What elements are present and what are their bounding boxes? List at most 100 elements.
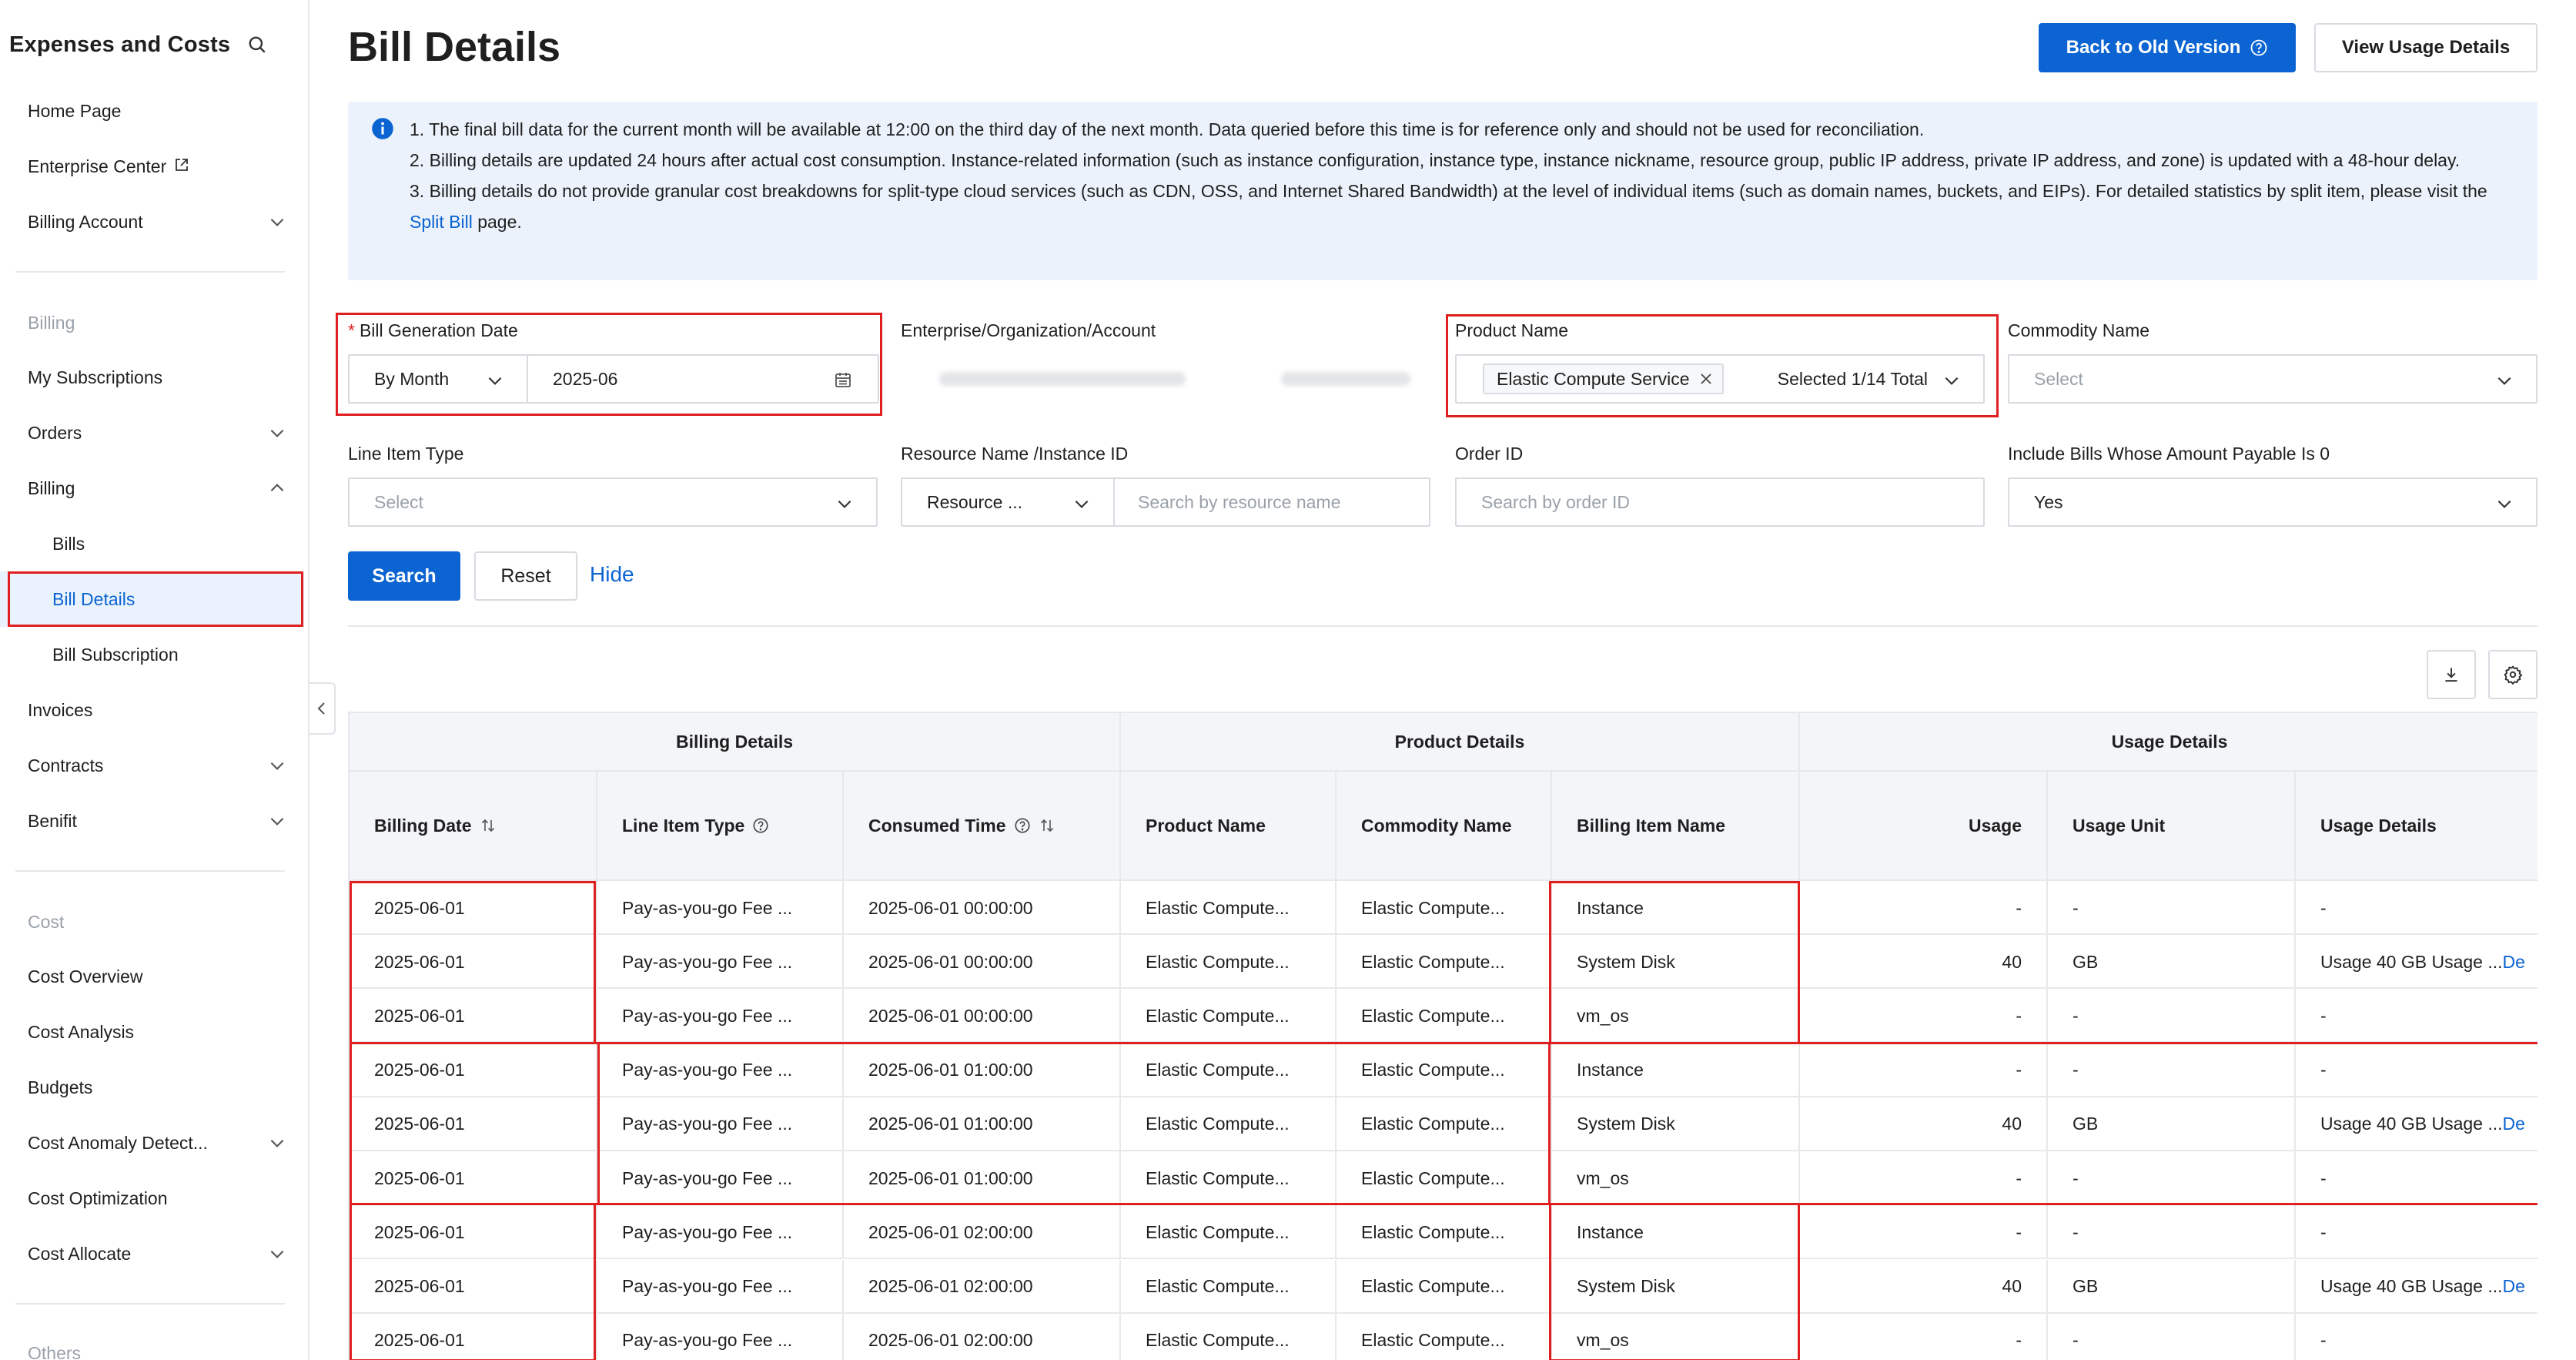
details-link[interactable]: De: [2503, 1276, 2525, 1297]
search-icon[interactable]: [243, 31, 271, 59]
sidebar-item-contracts[interactable]: Contracts: [0, 738, 304, 793]
sidebar-item-billing[interactable]: Billing: [0, 461, 304, 516]
sidebar-collapse-button[interactable]: [309, 682, 336, 735]
chevron-down-icon: [270, 218, 284, 226]
cell-text: Pay-as-you-go Fee ...: [622, 1221, 793, 1242]
product-name-select[interactable]: Elastic Compute Service Selected 1/14 To…: [1455, 354, 1985, 404]
external-link-icon: [174, 156, 189, 177]
cell-text: Pay-as-you-go Fee ...: [622, 1005, 793, 1026]
sidebar: Expenses and Costs Home Page Enterprise …: [0, 0, 309, 1360]
sidebar-item-benifit[interactable]: Benifit: [0, 793, 304, 849]
resource-name-input[interactable]: Search by resource name: [1113, 477, 1430, 527]
details-link[interactable]: De: [2503, 1114, 2525, 1134]
chevron-down-icon: [1945, 377, 1959, 385]
product-name-label: Product Name: [1455, 320, 1569, 340]
table-settings-button[interactable]: [2488, 650, 2538, 699]
bill-details-table: Billing Details Product Details Usage De…: [348, 712, 2538, 1360]
search-button[interactable]: Search: [348, 551, 460, 601]
cell-consumed-time: 2025-06-01 01:00:00: [844, 1097, 1121, 1151]
column-title: Product Name: [1146, 815, 1266, 836]
sidebar-item-label: My Subscriptions: [28, 367, 163, 387]
resource-name-label: Resource Name /Instance ID: [901, 444, 1129, 464]
close-icon[interactable]: [1699, 372, 1713, 386]
cell-text: -: [2073, 897, 2079, 918]
column-title: Consumed Time: [868, 815, 1006, 836]
chevron-down-icon: [488, 377, 502, 385]
include-zero-bills-select[interactable]: Yes: [2008, 477, 2538, 527]
split-bill-link[interactable]: Split Bill: [410, 212, 473, 232]
bill-month-picker[interactable]: 2025-06: [527, 354, 879, 404]
sidebar-item-orders[interactable]: Orders: [0, 405, 304, 461]
cell-text: Elastic Compute...: [1361, 1114, 1505, 1134]
back-to-old-version-button[interactable]: Back to Old Version: [2039, 23, 2296, 72]
cell-text: Usage 40 GB Usage ...: [2320, 1276, 2503, 1297]
cell-line-item-type: Pay-as-you-go Fee ...: [597, 1205, 844, 1260]
sidebar-item-home-page[interactable]: Home Page: [0, 83, 304, 139]
sidebar-item-label: Cost Overview: [28, 966, 143, 987]
sort-icon[interactable]: [480, 817, 497, 834]
sidebar-item-cost-optimization[interactable]: Cost Optimization: [0, 1171, 304, 1226]
cell-text: 40: [2002, 1276, 2022, 1297]
cell-usage-details: Usage 40 GB Usage ... De: [2296, 935, 2538, 989]
col-header-consumed-time[interactable]: Consumed Time: [844, 772, 1121, 881]
sidebar-item-cost-analysis[interactable]: Cost Analysis: [0, 1004, 304, 1060]
table-row[interactable]: 2025-06-01 Pay-as-you-go Fee ... 2025-06-0…: [350, 1043, 2538, 1097]
cell-usage-unit: GB: [2048, 1259, 2296, 1314]
cell-billing-item-name: System Disk: [1552, 1097, 1800, 1151]
order-id-input[interactable]: Search by order ID: [1455, 477, 1985, 527]
sidebar-item-budgets[interactable]: Budgets: [0, 1060, 304, 1115]
table-row[interactable]: 2025-06-01 Pay-as-you-go Fee ... 2025-06-0…: [350, 935, 2538, 990]
cell-billing-item-name: vm_os: [1552, 989, 1800, 1043]
sidebar-item-cost-overview[interactable]: Cost Overview: [0, 949, 304, 1004]
download-button[interactable]: [2427, 650, 2476, 699]
cell-product-name: Elastic Compute...: [1121, 1151, 1337, 1206]
table-row[interactable]: 2025-06-01 Pay-as-you-go Fee ... 2025-06-0…: [350, 1205, 2538, 1260]
hide-filters-link[interactable]: Hide: [590, 562, 634, 587]
table-row[interactable]: 2025-06-01 Pay-as-you-go Fee ... 2025-06-0…: [350, 989, 2538, 1043]
sidebar-item-bills[interactable]: Bills: [0, 516, 304, 571]
cell-consumed-time: 2025-06-01 02:00:00: [844, 1313, 1121, 1360]
commodity-name-select[interactable]: Select: [2008, 354, 2538, 404]
sidebar-item-bill-subscription[interactable]: Bill Subscription: [0, 627, 304, 682]
table-row[interactable]: 2025-06-01 Pay-as-you-go Fee ... 2025-06-0…: [350, 1313, 2538, 1360]
sidebar-item-enterprise-center[interactable]: Enterprise Center: [0, 139, 304, 194]
cell-line-item-type: Pay-as-you-go Fee ...: [597, 989, 844, 1043]
cell-text: -: [2073, 1330, 2079, 1351]
sidebar-item-label: Orders: [28, 422, 82, 443]
sidebar-item-label: Enterprise Center: [28, 156, 167, 176]
col-header-billing-date[interactable]: Billing Date: [350, 772, 597, 881]
sidebar-item-cost-anomaly-detection[interactable]: Cost Anomaly Detect...: [0, 1115, 304, 1171]
view-usage-details-button[interactable]: View Usage Details: [2314, 23, 2538, 72]
sidebar-item-my-subscriptions[interactable]: My Subscriptions: [0, 350, 304, 405]
sidebar-divider: [15, 271, 285, 273]
table-row[interactable]: 2025-06-01 Pay-as-you-go Fee ... 2025-06-0…: [350, 1151, 2538, 1206]
reset-button[interactable]: Reset: [474, 551, 577, 601]
sidebar-item-label: Cost Anomaly Detect...: [28, 1132, 208, 1153]
sort-icon[interactable]: [1039, 817, 1055, 834]
table-row[interactable]: 2025-06-01 Pay-as-you-go Fee ... 2025-06-0…: [350, 881, 2538, 935]
sidebar-item-bill-details[interactable]: Bill Details: [0, 571, 304, 627]
sidebar-item-cost-allocate[interactable]: Cost Allocate: [0, 1226, 304, 1281]
details-link[interactable]: De: [2503, 952, 2525, 973]
cell-text: -: [2016, 1060, 2022, 1080]
column-title: Usage: [1968, 815, 2022, 836]
line-item-type-label: Line Item Type: [348, 444, 464, 464]
table-row[interactable]: 2025-06-01 Pay-as-you-go Fee ... 2025-06-0…: [350, 1259, 2538, 1314]
sidebar-item-invoices[interactable]: Invoices: [0, 682, 304, 738]
chevron-up-icon: [270, 484, 284, 492]
date-value: 2025-06: [553, 368, 618, 389]
help-icon[interactable]: [1014, 817, 1031, 834]
info-icon: [371, 117, 394, 149]
cell-product-name: Elastic Compute...: [1121, 1259, 1337, 1314]
sidebar-item-billing-account[interactable]: Billing Account: [0, 194, 304, 250]
bill-period-select[interactable]: By Month: [348, 354, 528, 404]
account-selector-redacted[interactable]: [901, 354, 1430, 404]
cell-text: Elastic Compute...: [1146, 1114, 1290, 1134]
notice-text: 3. Billing details do not provide granul…: [410, 181, 2487, 201]
line-item-type-select[interactable]: Select: [348, 477, 878, 527]
resource-search-type-select[interactable]: Resource ...: [901, 477, 1115, 527]
help-icon[interactable]: [752, 817, 769, 834]
cell-text: 2025-06-01: [374, 1005, 465, 1026]
table-row[interactable]: 2025-06-01 Pay-as-you-go Fee ... 2025-06-0…: [350, 1097, 2538, 1151]
commodity-name-label: Commodity Name: [2008, 320, 2150, 340]
